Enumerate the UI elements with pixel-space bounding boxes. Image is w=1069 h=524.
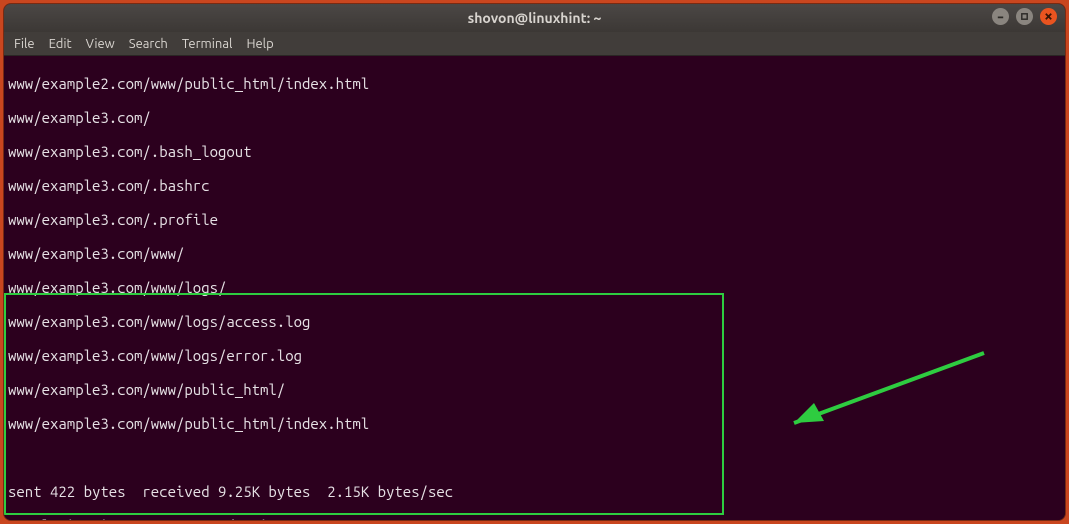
menu-search[interactable]: Search xyxy=(129,37,168,51)
minimize-button[interactable] xyxy=(992,8,1009,25)
maximize-icon xyxy=(1020,12,1029,21)
output-line: www/example3.com/www/ xyxy=(8,245,1061,262)
output-line: www/example3.com/.bash_logout xyxy=(8,143,1061,160)
output-line: www/example3.com/.bashrc xyxy=(8,177,1061,194)
output-line: www/example3.com/www/public_html/index.h… xyxy=(8,415,1061,432)
close-button[interactable] xyxy=(1040,8,1057,25)
menu-terminal[interactable]: Terminal xyxy=(182,37,233,51)
annotation-arrow xyxy=(724,326,944,426)
output-line: total size is 18.72K speedup is 1.94 xyxy=(8,517,1061,520)
minimize-icon xyxy=(996,12,1005,21)
output-line: www/example2.com/www/public_html/index.h… xyxy=(8,75,1061,92)
window-controls xyxy=(992,8,1057,25)
output-line: sent 422 bytes received 9.25K bytes 2.15… xyxy=(8,483,1061,500)
terminal-window: shovon@linuxhint: ~ File Edit View Searc… xyxy=(4,4,1065,520)
menu-help[interactable]: Help xyxy=(246,37,273,51)
output-line: www/example3.com/.profile xyxy=(8,211,1061,228)
output-line: www/example3.com/ xyxy=(8,109,1061,126)
maximize-button[interactable] xyxy=(1016,8,1033,25)
menu-view[interactable]: View xyxy=(86,37,115,51)
output-line: www/example3.com/www/logs/ xyxy=(8,279,1061,296)
titlebar: shovon@linuxhint: ~ xyxy=(4,4,1065,32)
window-title: shovon@linuxhint: ~ xyxy=(468,10,602,26)
output-line: www/example3.com/www/public_html/ xyxy=(8,381,1061,398)
menu-edit[interactable]: Edit xyxy=(49,37,72,51)
menubar: File Edit View Search Terminal Help xyxy=(4,32,1065,56)
close-icon xyxy=(1044,12,1053,21)
output-line xyxy=(8,449,1061,466)
menu-file[interactable]: File xyxy=(14,37,35,51)
terminal-body[interactable]: www/example2.com/www/public_html/index.h… xyxy=(4,56,1065,520)
output-line: www/example3.com/www/logs/error.log xyxy=(8,347,1061,364)
output-line: www/example3.com/www/logs/access.log xyxy=(8,313,1061,330)
